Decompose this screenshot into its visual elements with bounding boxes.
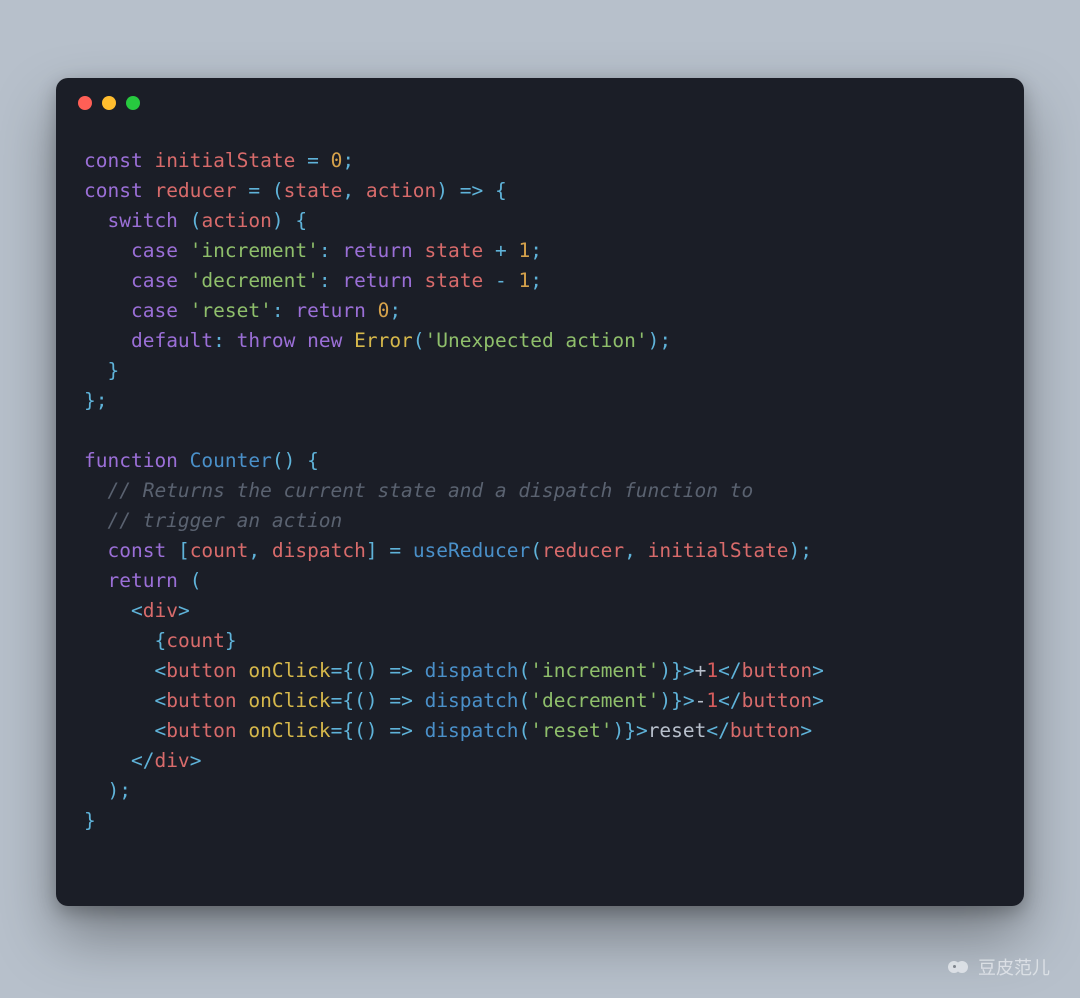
watermark: 豆皮范儿 (948, 954, 1050, 980)
watermark-text: 豆皮范儿 (978, 954, 1050, 980)
window-titlebar (56, 78, 1024, 128)
wechat-icon (948, 958, 970, 976)
close-icon[interactable] (78, 96, 92, 110)
maximize-icon[interactable] (126, 96, 140, 110)
code-editor-content: const initialState = 0;const reducer = (… (56, 128, 1024, 864)
code-window: const initialState = 0;const reducer = (… (56, 78, 1024, 906)
minimize-icon[interactable] (102, 96, 116, 110)
